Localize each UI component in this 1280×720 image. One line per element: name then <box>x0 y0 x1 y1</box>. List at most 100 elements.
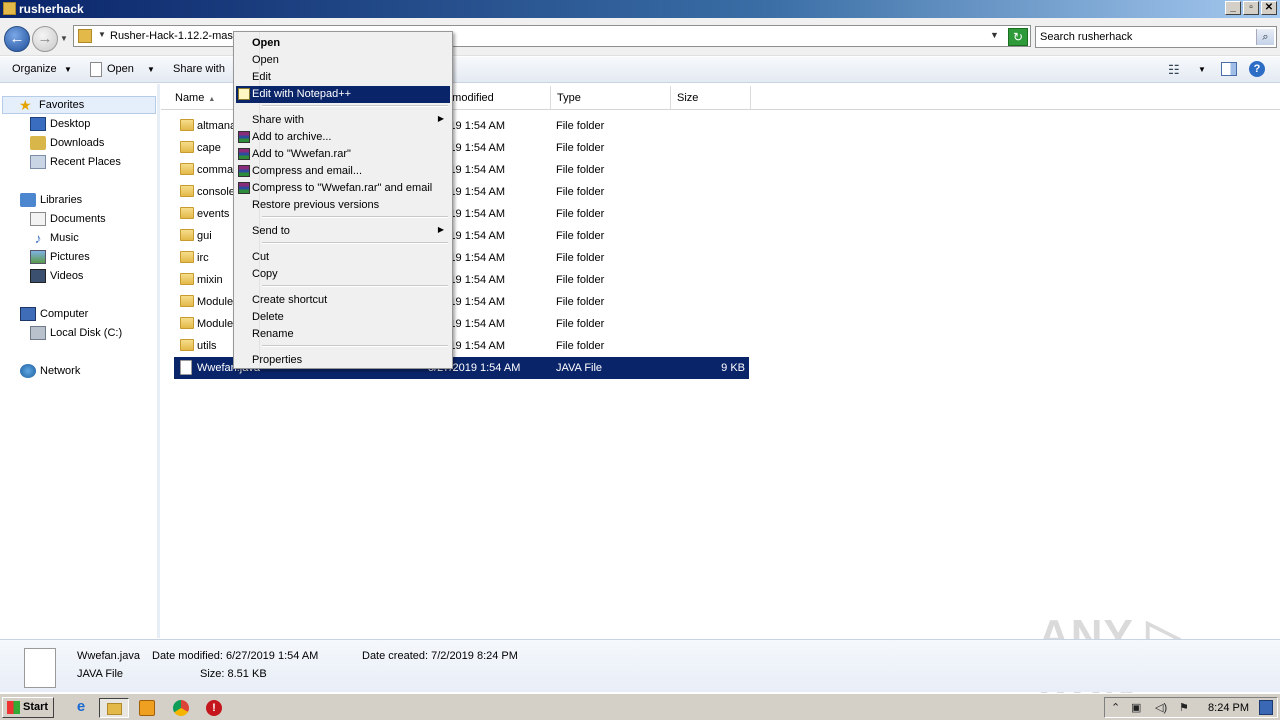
java-file-icon <box>180 360 192 375</box>
breadcrumb[interactable]: Rusher-Hack-1.12.2-mast <box>110 30 236 42</box>
close-button[interactable]: ✕ <box>1261 1 1277 15</box>
details-date-created: Date created: 7/2/2019 8:24 PM <box>362 650 518 662</box>
menu-label: Restore previous versions <box>252 199 380 211</box>
back-button[interactable]: ← <box>4 26 30 52</box>
menu-item-compress-rar-email[interactable]: Compress to "Wwefan.rar" and email <box>236 180 450 197</box>
submenu-arrow-icon: ▶ <box>437 225 444 234</box>
column-header-type[interactable]: Type <box>551 86 671 110</box>
pane-splitter[interactable] <box>157 84 160 638</box>
winrar-icon <box>238 148 250 160</box>
menu-item-restore-versions[interactable]: Restore previous versions <box>236 197 450 214</box>
menu-label: Open <box>252 54 279 66</box>
open-button[interactable]: Open <box>107 63 134 75</box>
chevron-down-icon[interactable]: ▼ <box>147 65 155 74</box>
show-desktop-button[interactable] <box>1259 700 1273 715</box>
breadcrumb-separator[interactable]: ▼ <box>98 30 106 39</box>
menu-item-edit-notepad[interactable]: Edit with Notepad++ <box>236 86 450 103</box>
menu-item-create-shortcut[interactable]: Create shortcut <box>236 292 450 309</box>
nav-recent-places[interactable]: Recent Places <box>30 153 121 171</box>
chevron-down-icon[interactable]: ▼ <box>1198 65 1206 74</box>
menu-item-rename[interactable]: Rename <box>236 326 450 343</box>
videos-icon <box>30 269 46 283</box>
nav-favorites[interactable]: ★ Favorites <box>2 96 156 114</box>
menu-item-compress-email[interactable]: Compress and email... <box>236 163 450 180</box>
folder-icon <box>180 119 194 131</box>
menu-separator <box>262 285 448 287</box>
internet-explorer-icon[interactable]: e <box>70 698 92 718</box>
menu-label: Rename <box>252 328 294 340</box>
menu-label: Properties <box>252 354 303 366</box>
details-filetype: JAVA File <box>77 668 124 680</box>
clock[interactable]: 8:24 PM <box>1208 702 1249 714</box>
network-tray-icon[interactable]: ▣ <box>1131 701 1141 714</box>
file-type: File folder <box>556 230 605 242</box>
menu-item-open-default[interactable]: Open <box>236 35 450 52</box>
show-hidden-icons-icon[interactable]: ⌃ <box>1111 701 1120 714</box>
nav-recent-label: Recent Places <box>50 156 121 168</box>
action-center-flag-icon[interactable]: ⚑ <box>1179 701 1189 714</box>
nav-pictures[interactable]: Pictures <box>30 248 90 266</box>
menu-separator <box>262 345 448 347</box>
antivirus-icon[interactable]: ! <box>203 698 225 718</box>
recent-pages-dropdown[interactable]: ▼ <box>60 34 68 43</box>
menu-label: Edit <box>252 71 271 83</box>
menu-item-add-archive[interactable]: Add to archive... <box>236 129 450 146</box>
chevron-down-icon[interactable]: ▼ <box>64 65 72 74</box>
nav-local-disk[interactable]: Local Disk (C:) <box>30 324 122 342</box>
preview-pane-icon[interactable] <box>1221 62 1237 76</box>
refresh-button[interactable]: ↻ <box>1008 28 1028 46</box>
search-box: ⌕ <box>1035 26 1277 48</box>
search-input[interactable] <box>1040 29 1250 45</box>
nav-videos[interactable]: Videos <box>30 267 83 285</box>
details-filename: Wwefan.java <box>77 650 140 662</box>
volume-icon[interactable]: ◁) <box>1155 701 1167 714</box>
help-icon[interactable]: ? <box>1249 61 1265 77</box>
nav-music[interactable]: ♪ Music <box>30 229 79 247</box>
menu-item-add-rar[interactable]: Add to "Wwefan.rar" <box>236 146 450 163</box>
address-dropdown[interactable]: ▼ <box>990 30 999 40</box>
computer-icon <box>20 307 36 321</box>
menu-item-copy[interactable]: Copy <box>236 266 450 283</box>
nav-desktop[interactable]: Desktop <box>30 115 90 133</box>
menu-item-share-with[interactable]: Share with ▶ <box>236 112 450 129</box>
chrome-icon[interactable] <box>170 698 192 718</box>
menu-label: Cut <box>252 251 270 263</box>
disk-icon <box>30 326 46 340</box>
column-header-size[interactable]: Size <box>671 86 751 110</box>
search-icon[interactable]: ⌕ <box>1256 29 1274 45</box>
nav-libraries[interactable]: Libraries <box>20 191 82 209</box>
menu-separator <box>262 105 448 107</box>
maximize-button[interactable]: ▫ <box>1243 1 1259 15</box>
nav-documents-label: Documents <box>50 213 106 225</box>
star-icon: ★ <box>19 97 32 113</box>
share-with-button[interactable]: Share with <box>173 63 225 75</box>
nav-documents[interactable]: Documents <box>30 210 106 228</box>
organize-button[interactable]: Organize <box>12 63 57 75</box>
column-header-date[interactable]: e modified <box>437 86 551 110</box>
address-bar[interactable]: ▼ Rusher-Hack-1.12.2-mast ▼ <box>73 25 1031 47</box>
menu-item-cut[interactable]: Cut <box>236 249 450 266</box>
nav-pictures-label: Pictures <box>50 251 90 263</box>
nav-computer[interactable]: Computer <box>20 305 88 323</box>
start-button[interactable]: Start <box>2 697 54 718</box>
menu-item-edit[interactable]: Edit <box>236 69 450 86</box>
folder-icon <box>180 295 194 307</box>
explorer-taskbar-button[interactable] <box>99 698 129 718</box>
menu-item-properties[interactable]: Properties <box>236 352 450 369</box>
file-name: gui <box>197 230 212 242</box>
menu-item-open[interactable]: Open <box>236 52 450 69</box>
forward-button[interactable]: → <box>32 26 58 52</box>
nav-downloads[interactable]: Downloads <box>30 134 104 152</box>
nav-computer-label: Computer <box>40 308 89 320</box>
menu-item-delete[interactable]: Delete <box>236 309 450 326</box>
media-player-icon[interactable] <box>136 698 158 718</box>
address-row: ← → ▼ ▼ Rusher-Hack-1.12.2-mast ▼ ↻ ⌕ <box>0 18 1280 56</box>
file-type: File folder <box>556 164 605 176</box>
views-icon[interactable]: ☷ <box>1168 62 1180 78</box>
minimize-button[interactable]: _ <box>1225 1 1241 15</box>
folder-icon <box>180 207 194 219</box>
nav-network[interactable]: Network <box>20 362 80 380</box>
documents-icon <box>30 212 46 226</box>
command-bar: Organize ▼ Open ▼ Share with ☷ ▼ ? <box>0 57 1280 83</box>
menu-item-send-to[interactable]: Send to ▶ <box>236 223 450 240</box>
